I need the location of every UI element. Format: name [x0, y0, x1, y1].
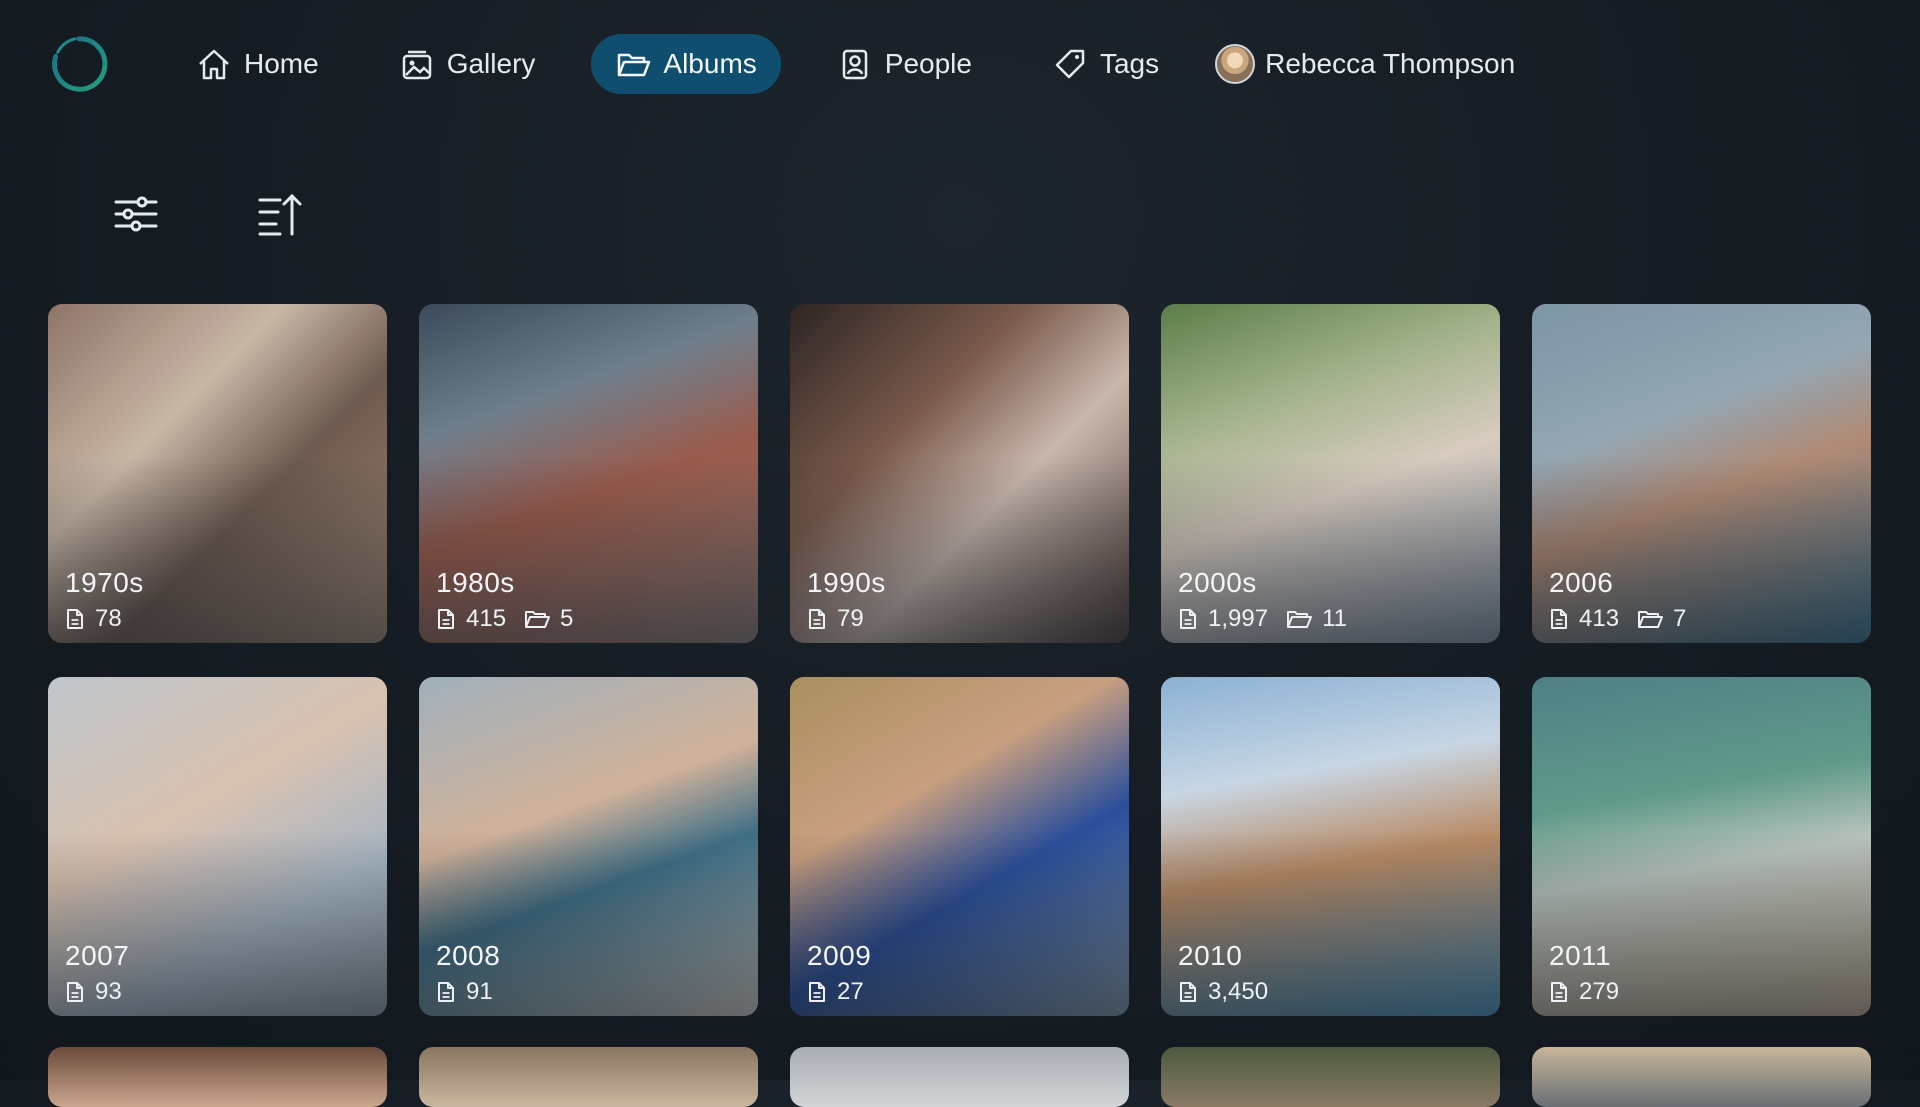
- album-meta: 1,997 11: [1178, 605, 1347, 633]
- photo-count: 415: [466, 605, 507, 632]
- album-meta: 415 5: [436, 605, 573, 633]
- tag-icon: [1055, 49, 1085, 79]
- album-card[interactable]: [419, 1047, 758, 1107]
- file-icon: [1180, 609, 1196, 629]
- folder-icon: [1287, 611, 1313, 628]
- file-icon: [1551, 609, 1567, 629]
- album-title: 2007: [65, 940, 130, 971]
- album-card[interactable]: 2000s 1,997 11: [1161, 304, 1500, 643]
- album-title: 2008: [436, 940, 501, 971]
- photo-count: 27: [837, 978, 864, 1005]
- subalbum-count: 7: [1673, 605, 1687, 632]
- album-toolbar: [112, 190, 400, 238]
- photo-count: 91: [466, 978, 493, 1005]
- photo-count: 79: [837, 605, 864, 632]
- nav-item-home[interactable]: Home: [172, 34, 343, 94]
- album-meta: 79: [807, 605, 864, 633]
- folder-icon: [1638, 611, 1664, 628]
- album-grid: 1970s 78 1980s 415 5 1990s 79 2000s 1,997 11 2006 4…: [48, 304, 1871, 1016]
- photo-count: 279: [1579, 978, 1620, 1005]
- album-card[interactable]: 2008 91: [419, 677, 758, 1016]
- photo-count: 3,450: [1208, 978, 1269, 1005]
- folder-icon: [525, 611, 551, 628]
- album-title: 1990s: [807, 567, 886, 598]
- file-icon: [438, 609, 454, 629]
- sliders-icon[interactable]: [112, 190, 160, 238]
- album-title: 2011: [1549, 940, 1612, 971]
- album-card[interactable]: 2006 413 7: [1532, 304, 1871, 643]
- avatar: [1215, 44, 1256, 84]
- album-meta: 3,450: [1178, 978, 1268, 1006]
- album-meta: 93: [65, 978, 122, 1006]
- sort-ascending-icon[interactable]: [256, 190, 304, 238]
- top-nav: Home Gallery Albums People Tags Rebecca Thom…: [48, 34, 1571, 94]
- subalbum-count: 11: [1322, 605, 1347, 632]
- file-icon: [809, 982, 825, 1002]
- user-name: Rebecca Thompson: [1265, 48, 1516, 79]
- album-title: 2009: [807, 940, 872, 971]
- nav-item-label: Gallery: [446, 48, 536, 79]
- photo-count: 413: [1579, 605, 1620, 632]
- album-card[interactable]: 2009 27: [790, 677, 1129, 1016]
- photo-count: 93: [95, 978, 122, 1005]
- album-card[interactable]: [1161, 1047, 1500, 1107]
- album-card[interactable]: 1980s 415 5: [419, 304, 758, 643]
- album-title: 2010: [1178, 940, 1243, 971]
- nav-item-label: Home: [244, 48, 319, 79]
- file-icon: [1551, 982, 1567, 1002]
- person-icon: [842, 49, 868, 80]
- album-card[interactable]: 1970s 78: [48, 304, 387, 643]
- file-icon: [67, 982, 83, 1002]
- album-meta: 413 7: [1549, 605, 1686, 633]
- album-card[interactable]: [1532, 1047, 1871, 1107]
- album-title: 1970s: [65, 567, 144, 598]
- album-meta: 279: [1549, 978, 1619, 1006]
- app-logo-icon[interactable]: [48, 33, 110, 95]
- home-icon: [199, 49, 229, 80]
- file-icon: [809, 609, 825, 629]
- nav-item-label: Tags: [1099, 48, 1160, 79]
- nav-item-gallery[interactable]: Gallery: [375, 34, 560, 94]
- file-icon: [67, 609, 83, 629]
- nav-item-label: People: [884, 48, 972, 79]
- nav-item-tags[interactable]: Tags: [1028, 34, 1183, 94]
- file-icon: [1180, 982, 1196, 1002]
- album-card[interactable]: [790, 1047, 1129, 1107]
- album-meta: 27: [807, 978, 864, 1006]
- photo-count: 78: [95, 605, 122, 632]
- folder-open-icon: [618, 53, 651, 77]
- album-title: 2006: [1549, 567, 1614, 598]
- album-card[interactable]: 2011 279: [1532, 677, 1871, 1016]
- nav-item-label: Albums: [663, 48, 757, 79]
- nav-item-people[interactable]: People: [813, 34, 996, 94]
- gallery-icon: [402, 50, 431, 80]
- album-card[interactable]: 2007 93: [48, 677, 387, 1016]
- subalbum-count: 5: [560, 605, 574, 632]
- photo-count: 1,997: [1208, 605, 1269, 632]
- album-card[interactable]: 2010 3,450: [1161, 677, 1500, 1016]
- album-meta: 78: [65, 605, 122, 633]
- user-profile-button[interactable]: Rebecca Thompson: [1215, 34, 1539, 94]
- album-meta: 91: [436, 978, 493, 1006]
- album-card[interactable]: [48, 1047, 387, 1107]
- nav-item-albums[interactable]: Albums: [591, 34, 781, 94]
- album-title: 2000s: [1178, 567, 1257, 598]
- album-title: 1980s: [436, 567, 515, 598]
- file-icon: [438, 982, 454, 1002]
- album-card[interactable]: 1990s 79: [790, 304, 1129, 643]
